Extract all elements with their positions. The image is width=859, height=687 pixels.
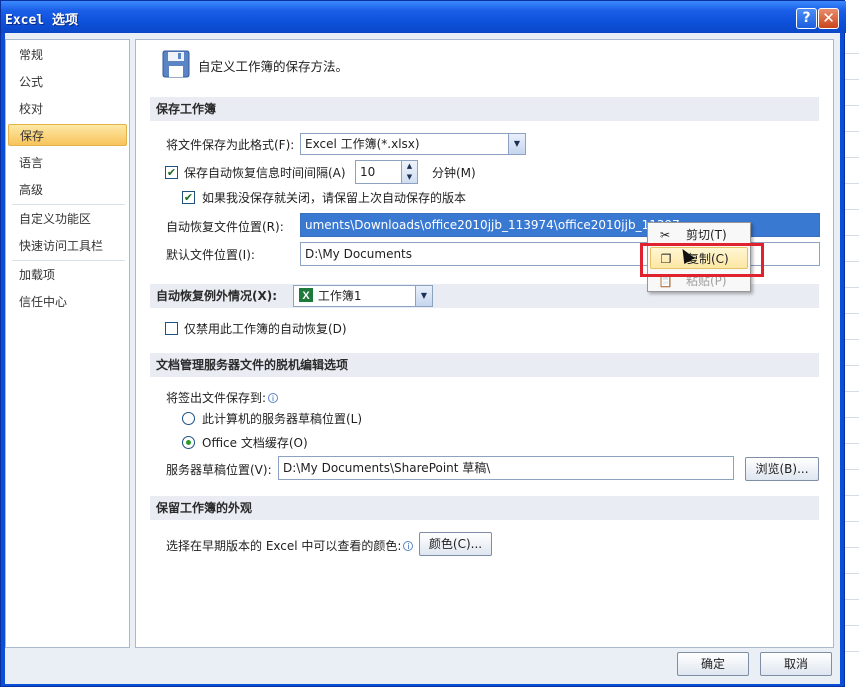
chevron-down-icon[interactable]: ▼ (508, 134, 525, 154)
colors-button[interactable]: 颜色(C)... (419, 532, 492, 556)
grid-line (845, 183, 859, 184)
nav-divider (12, 260, 125, 261)
keep-last-autosaved-checkbox[interactable]: ✔ (182, 191, 195, 204)
section-header-preserve-visual: 保留工作簿的外观 (150, 496, 819, 520)
autorecover-interval-value: 10 (360, 165, 376, 179)
excel-workbook-icon: X (299, 288, 313, 302)
excel-options-dialog: Excel 选项 ? ✕ 常规 公式 校对 保存 语言 高级 自定义功能区 快速… (0, 0, 846, 687)
annotation-highlight-box (640, 243, 764, 277)
colors-label-text: 选择在早期版本的 Excel 中可以查看的颜色: (166, 539, 402, 553)
nav-item-addins[interactable]: 加载项 (8, 264, 127, 286)
grid-line (845, 599, 859, 600)
grid-line (845, 443, 859, 444)
server-drafts-location-label: 服务器草稿位置(V): (166, 463, 272, 477)
spin-buttons[interactable]: ▲ ▼ (401, 161, 417, 183)
save-format-select[interactable]: Excel 工作簿(*.xlsx) ▼ (300, 133, 526, 155)
grid-line (845, 261, 859, 262)
info-icon[interactable]: i (403, 541, 414, 551)
disable-autorecover-checkbox[interactable] (165, 322, 178, 335)
dialog-client-area: 常规 公式 校对 保存 语言 高级 自定义功能区 快速访问工具栏 加载项 信任中… (5, 33, 840, 684)
autorecover-interval-label: 保存自动恢复信息时间间隔(A) (184, 166, 346, 180)
server-drafts-location-value: D:\My Documents\SharePoint 草稿\ (283, 461, 491, 475)
autorecover-interval-stepper[interactable]: 10 ▲ ▼ (355, 160, 418, 184)
grid-line (845, 391, 859, 392)
exceptions-workbook-select[interactable]: X 工作簿1 ▼ (293, 285, 433, 307)
grid-line (845, 365, 859, 366)
grid-line (845, 651, 859, 652)
grid-line (845, 625, 859, 626)
autorecover-exceptions-label: 自动恢复例外情况(X): (156, 289, 278, 303)
grid-line (845, 235, 859, 236)
chevron-down-icon[interactable]: ▼ (415, 286, 432, 306)
nav-item-proofing[interactable]: 校对 (8, 98, 127, 120)
nav-item-formulas[interactable]: 公式 (8, 71, 127, 93)
grid-line (845, 573, 859, 574)
autorecover-location-label: 自动恢复文件位置(R): (166, 220, 284, 234)
grid-line (845, 209, 859, 210)
nav-item-language[interactable]: 语言 (8, 152, 127, 174)
browse-button[interactable]: 浏览(B)... (745, 457, 819, 481)
background-worksheet (845, 0, 859, 687)
grid-line (845, 105, 859, 106)
autorecover-interval-unit: 分钟(M) (432, 166, 476, 180)
grid-line (845, 469, 859, 470)
grid-line (845, 157, 859, 158)
disable-autorecover-label: 仅禁用此工作簿的自动恢复(D) (184, 322, 347, 336)
server-drafts-location-input[interactable]: D:\My Documents\SharePoint 草稿\ (278, 456, 734, 480)
radio-selected-dot (186, 440, 191, 445)
nav-item-save[interactable]: 保存 (8, 124, 127, 146)
context-menu-cut-label: 剪切(T) (686, 228, 727, 242)
nav-item-customize-ribbon[interactable]: 自定义功能区 (8, 208, 127, 230)
radio-office-cache-label: Office 文档缓存(O) (202, 436, 308, 450)
checked-out-files-text: 将签出文件保存到: (166, 391, 267, 405)
grid-line (845, 287, 859, 288)
grid-line (845, 339, 859, 340)
ok-button[interactable]: 确定 (677, 652, 749, 676)
grid-line (845, 53, 859, 54)
page-description: 自定义工作簿的保存方法。 (198, 59, 349, 74)
checked-out-files-label: 将签出文件保存到: i (166, 389, 279, 406)
autorecover-location-value: uments\Downloads\office2010jjb_113974\of… (305, 218, 680, 232)
grid-line (845, 131, 859, 132)
info-icon[interactable]: i (268, 393, 279, 403)
save-format-label: 将文件保存为此格式(F): (166, 138, 295, 152)
default-location-value: D:\My Documents (305, 247, 413, 261)
close-button[interactable]: ✕ (818, 8, 839, 29)
window-title: Excel 选项 (5, 13, 78, 28)
radio-server-drafts[interactable] (182, 412, 195, 425)
grid-line (845, 313, 859, 314)
help-button[interactable]: ? (796, 8, 817, 29)
title-bar[interactable]: Excel 选项 ? ✕ (1, 1, 846, 33)
nav-item-quick-access-toolbar[interactable]: 快速访问工具栏 (8, 235, 127, 257)
svg-text:X: X (302, 290, 310, 302)
exceptions-workbook-value: 工作簿1 (317, 289, 362, 303)
section-header-save-workbooks: 保存工作簿 (150, 97, 819, 121)
nav-item-trust-center[interactable]: 信任中心 (8, 291, 127, 313)
floppy-disk-icon (162, 50, 190, 78)
nav-item-general[interactable]: 常规 (8, 44, 127, 66)
grid-line (845, 79, 859, 80)
default-location-label: 默认文件位置(I): (166, 248, 255, 262)
section-header-offline-editing: 文档管理服务器文件的脱机编辑选项 (150, 353, 819, 377)
save-options-panel: 自定义工作簿的保存方法。 保存工作簿 将文件保存为此格式(F): Excel 工… (135, 39, 834, 648)
scissors-icon: ✂ (659, 228, 671, 242)
cancel-button[interactable]: 取消 (760, 652, 832, 676)
radio-office-cache[interactable] (182, 436, 195, 449)
grid-line (845, 547, 859, 548)
keep-last-autosaved-label: 如果我没保存就关闭，请保留上次自动保存的版本 (202, 191, 467, 205)
options-nav: 常规 公式 校对 保存 语言 高级 自定义功能区 快速访问工具栏 加载项 信任中… (5, 39, 130, 648)
grid-line (845, 495, 859, 496)
colors-label: 选择在早期版本的 Excel 中可以查看的颜色: i (166, 537, 414, 554)
save-format-value: Excel 工作簿(*.xlsx) (305, 137, 420, 151)
nav-divider (12, 204, 125, 205)
grid-line (845, 521, 859, 522)
nav-item-advanced[interactable]: 高级 (8, 179, 127, 201)
grid-line (845, 417, 859, 418)
radio-server-drafts-label: 此计算机的服务器草稿位置(L) (202, 412, 363, 426)
autorecover-checkbox[interactable]: ✔ (165, 166, 178, 179)
